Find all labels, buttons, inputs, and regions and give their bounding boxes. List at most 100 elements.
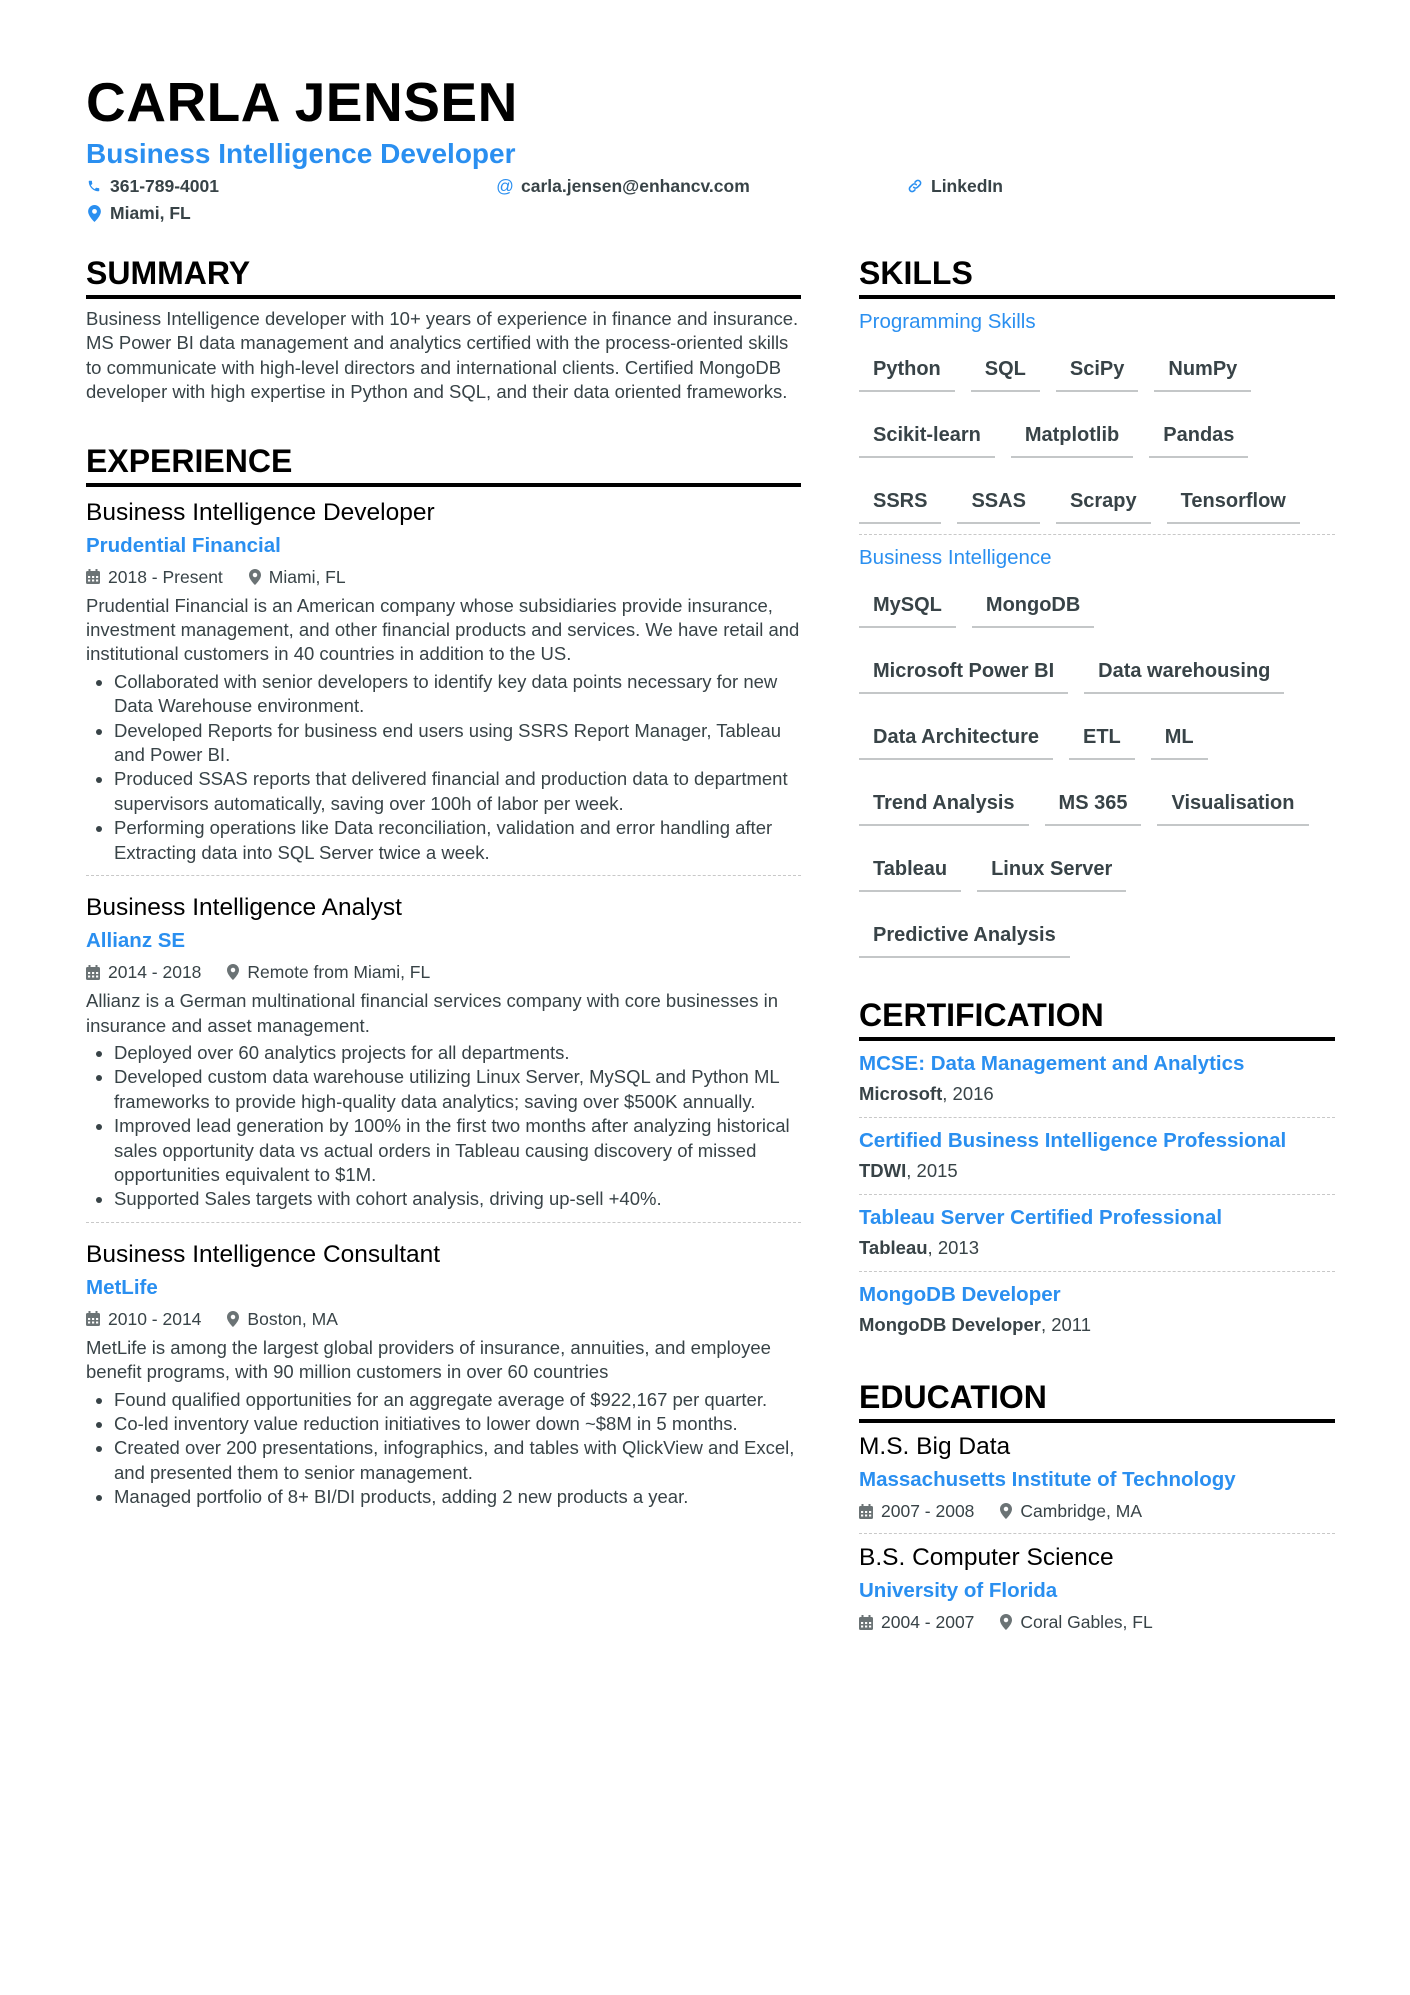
achievement-item: Created over 200 presentations, infograp… [114,1436,801,1485]
skill-tags: Python SQL SciPy NumPy Scikit-learn Matp… [859,350,1335,548]
certification-issuer: Tableau, 2013 [859,1235,1335,1261]
achievement-item: Performing operations like Data reconcil… [114,816,801,865]
degree: B.S. Computer Science [859,1544,1114,1571]
job-title: Business Intelligence Developer [86,498,435,526]
skill-tag: SQL [970,350,1040,392]
company-name: MetLife [86,1275,158,1299]
achievement-item: Collaborated with senior developers to i… [114,670,801,719]
skill-tag: SciPy [1055,350,1139,392]
location-pin-icon [227,1310,240,1327]
phone-text: 361-789-4001 [110,176,219,196]
link-icon [907,178,923,194]
skills-section: SKILLS Programming Skills Python SQL Sci… [859,254,1335,982]
skill-tag: Predictive Analysis [859,916,1070,958]
left-column: SUMMARY Business Intelligence developer … [86,254,801,1520]
skill-tag: Data Architecture [859,718,1053,760]
skill-tag: Linux Server [977,850,1127,892]
achievement-list: Found qualified opportunities for an agg… [86,1388,801,1510]
calendar-icon [86,569,100,585]
skill-tag: ML [1150,718,1208,760]
certification-year: , 2011 [1040,1314,1091,1335]
skill-tag: Tableau [859,850,962,892]
location-pin-icon [86,204,102,222]
summary-text: Business Intelligence developer with 10+… [86,308,799,403]
skill-tag: MS 365 [1044,784,1142,826]
job-location: Remote from Miami, FL [247,962,431,983]
location-pin-icon [248,568,261,585]
issuer-name: MongoDB Developer [859,1314,1041,1335]
candidate-title: Business Intelligence Developer [86,138,516,169]
certification-issuer: MongoDB Developer, 2011 [859,1312,1335,1338]
calendar-icon [86,964,100,980]
calendar-icon [859,1503,873,1519]
skill-tag: Data warehousing [1084,652,1285,694]
achievement-item: Developed Reports for business end users… [114,719,801,768]
education-entry: M.S. Big Data Massachusetts Institute of… [859,1431,1335,1533]
skill-tag: Python [859,350,955,392]
education-meta: 2004 - 2007 Coral Gables, FL [859,1610,1335,1634]
education-section: EDUCATION M.S. Big Data Massachusetts In… [859,1378,1335,1644]
company-description: Allianz is a German multinational financ… [86,990,779,1036]
education-location: Coral Gables, FL [1020,1612,1153,1632]
achievement-item: Co-led inventory value reduction initiat… [114,1412,801,1436]
contact-email[interactable]: @ carla.jensen@enhancv.com [496,175,750,197]
company-description: Prudential Financial is an American comp… [86,594,800,665]
job-location: Miami, FL [268,566,346,587]
summary-heading: SUMMARY [86,254,801,299]
achievement-item: Found qualified opportunities for an agg… [114,1388,801,1412]
certification-issuer: TDWI, 2015 [859,1158,1335,1184]
job-meta: 2014 - 2018 Remote from Miami, FL [86,960,801,984]
skill-tag: Trend Analysis [859,784,1029,826]
achievement-item: Produced SSAS reports that delivered fin… [114,767,801,816]
skill-tag: MongoDB [971,586,1095,628]
certification-entry: Tableau Server Certified Professional Ta… [859,1194,1335,1271]
phone-icon [86,178,102,194]
certification-year: , 2015 [906,1160,958,1181]
experience-heading: EXPERIENCE [86,442,801,487]
skills-heading: SKILLS [859,254,1335,299]
linkedin-text[interactable]: LinkedIn [931,175,1003,197]
skill-tag: ETL [1068,718,1135,760]
skill-tag: Visualisation [1157,784,1309,826]
contact-linkedin[interactable]: LinkedIn [907,175,1003,197]
certification-section: CERTIFICATION MCSE: Data Management and … [859,996,1335,1348]
education-dates: 2004 - 2007 [881,1612,975,1632]
at-icon: @ [496,176,514,196]
company-description: MetLife is among the largest global prov… [86,1336,771,1383]
issuer-name: TDWI [859,1160,907,1181]
certification-entry: MongoDB Developer MongoDB Developer, 201… [859,1271,1335,1348]
contact-phone: 361-789-4001 [86,175,219,197]
skill-tag: MySQL [859,586,956,628]
degree: M.S. Big Data [859,1433,1011,1460]
skill-tag: Scrapy [1055,482,1151,524]
location-pin-icon [227,964,240,981]
skill-tag: Tensorflow [1166,482,1300,524]
certification-issuer: Microsoft, 2016 [859,1081,1335,1107]
achievement-item: Supported Sales targets with cohort anal… [114,1187,801,1211]
skill-category-title: Business Intelligence [859,546,1052,569]
skill-tag: NumPy [1154,350,1252,392]
certification-name: MongoDB Developer [859,1283,1061,1306]
issuer-name: Microsoft [859,1083,943,1104]
education-location: Cambridge, MA [1020,1501,1142,1521]
education-heading: EDUCATION [859,1378,1335,1423]
skill-tag: Scikit-learn [859,416,995,458]
achievement-item: Improved lead generation by 100% in the … [114,1114,801,1187]
skill-tag: SSAS [957,482,1040,524]
certification-name: Certified Business Intelligence Professi… [859,1129,1287,1152]
experience-section: EXPERIENCE Business Intelligence Develop… [86,442,801,1520]
skill-tags: MySQL MongoDB Microsoft Power BI Data wa… [859,586,1335,982]
education-entry: B.S. Computer Science University of Flor… [859,1533,1335,1644]
school-name: University of Florida [859,1579,1058,1602]
certification-entry: MCSE: Data Management and Analytics Micr… [859,1041,1335,1117]
calendar-icon [859,1614,873,1630]
divider [859,534,1335,535]
issuer-name: Tableau [859,1237,928,1258]
email-text[interactable]: carla.jensen@enhancv.com [521,175,750,197]
experience-entry: Business Intelligence Developer Prudenti… [86,497,801,875]
calendar-icon [86,1311,100,1327]
certification-name: MCSE: Data Management and Analytics [859,1052,1245,1075]
skill-tag: Pandas [1149,416,1249,458]
education-dates: 2007 - 2008 [881,1501,975,1521]
certification-year: , 2016 [942,1083,994,1104]
